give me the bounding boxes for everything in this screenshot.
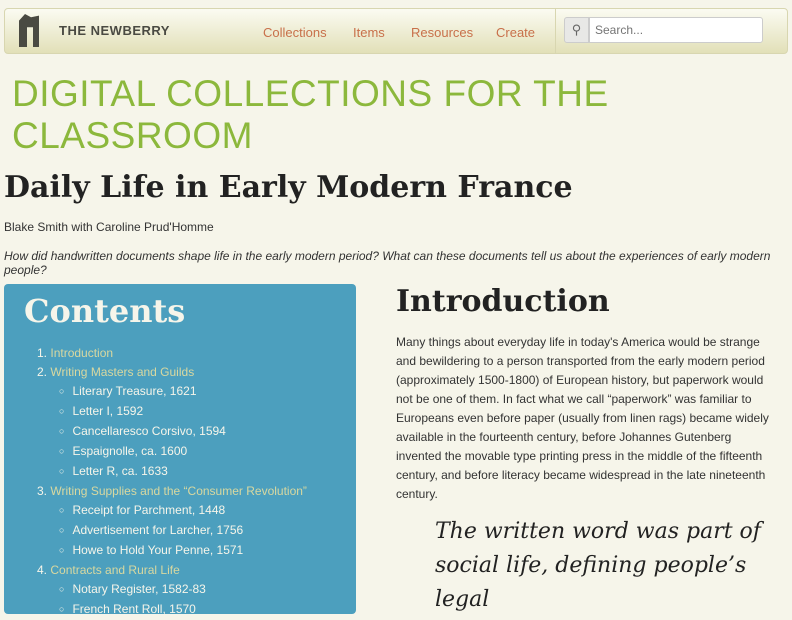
nav-items[interactable]: Items: [353, 25, 385, 40]
item-label[interactable]: French Rent Roll, 1570: [72, 602, 195, 616]
contents-section: 1. Introduction: [37, 344, 307, 363]
introduction-heading: Introduction: [396, 284, 610, 319]
item-label[interactable]: Espaignolle, ca. 1600: [72, 444, 187, 458]
section-number: 3.: [37, 484, 48, 498]
section-link[interactable]: Writing Supplies and the “Consumer Revol…: [50, 484, 307, 498]
contents-panel: Contents 1. Introduction 2. Writing Maste…: [4, 284, 356, 616]
item-label[interactable]: Receipt for Parchment, 1448: [72, 503, 225, 517]
item-label[interactable]: Literary Treasure, 1621: [72, 384, 196, 398]
contents-item[interactable]: Espaignolle, ca. 1600: [59, 442, 307, 462]
contents-section: 4. Contracts and Rural Life Notary Regist…: [37, 561, 307, 620]
item-label[interactable]: Advertisement for Larcher, 1756: [72, 523, 243, 537]
contents-section: 3. Writing Supplies and the “Consumer Re…: [37, 482, 307, 561]
contents-item[interactable]: French Rent Roll, 1570: [59, 600, 307, 620]
contents-item[interactable]: Receipt for Parchment, 1448: [59, 501, 307, 521]
item-label[interactable]: Letter I, 1592: [72, 404, 143, 418]
contents-list: 1. Introduction 2. Writing Masters and Gu…: [37, 344, 307, 620]
section-number: 1.: [37, 346, 48, 360]
authors: Blake Smith with Caroline Prud'Homme: [4, 220, 214, 234]
search-input[interactable]: [589, 17, 763, 43]
search-icon[interactable]: ⚲: [564, 17, 589, 43]
guiding-question: How did handwritten documents shape life…: [4, 249, 771, 277]
nav-create[interactable]: Create: [496, 25, 535, 40]
newberry-logo-icon[interactable]: [19, 14, 39, 47]
contents-item[interactable]: Notary Register, 1582-83: [59, 580, 307, 600]
nav-collections[interactable]: Collections: [263, 25, 327, 40]
introduction-body: Many things about everyday life in today…: [396, 335, 769, 501]
navbar: THE NEWBERRY Collections Items Resources…: [4, 8, 788, 54]
contents-item[interactable]: Letter I, 1592: [59, 402, 307, 422]
contents-item[interactable]: Advertisement for Larcher, 1756: [59, 521, 307, 541]
brand-name[interactable]: THE NEWBERRY: [59, 23, 170, 38]
introduction-section: Introduction Many things about everyday …: [396, 284, 769, 501]
contents-section: 2. Writing Masters and Guilds Literary Tr…: [37, 363, 307, 482]
site-banner[interactable]: DIGITAL COLLECTIONS FOR THE CLASSROOM: [12, 73, 792, 157]
item-label[interactable]: Notary Register, 1582-83: [72, 582, 205, 596]
section-link[interactable]: Writing Masters and Guilds: [50, 365, 194, 379]
section-number: 4.: [37, 563, 48, 577]
pull-quote: The written word was part of social life…: [435, 519, 761, 612]
contents-item[interactable]: Howe to Hold Your Penne, 1571: [59, 541, 307, 561]
nav-resources[interactable]: Resources: [411, 25, 473, 40]
contents-item[interactable]: Letter R, ca. 1633: [59, 462, 307, 482]
contents-heading: Contents: [24, 292, 186, 330]
section-link[interactable]: Introduction: [50, 346, 113, 360]
item-label[interactable]: Howe to Hold Your Penne, 1571: [72, 543, 243, 557]
section-number: 2.: [37, 365, 48, 379]
item-label[interactable]: Letter R, ca. 1633: [72, 464, 167, 478]
divider: [555, 9, 556, 53]
contents-item[interactable]: Cancellaresco Corsivo, 1594: [59, 422, 307, 442]
section-link[interactable]: Contracts and Rural Life: [50, 563, 179, 577]
page-title: Daily Life in Early Modern France: [4, 170, 573, 205]
item-label[interactable]: Cancellaresco Corsivo, 1594: [72, 424, 225, 438]
contents-item[interactable]: Literary Treasure, 1621: [59, 382, 307, 402]
